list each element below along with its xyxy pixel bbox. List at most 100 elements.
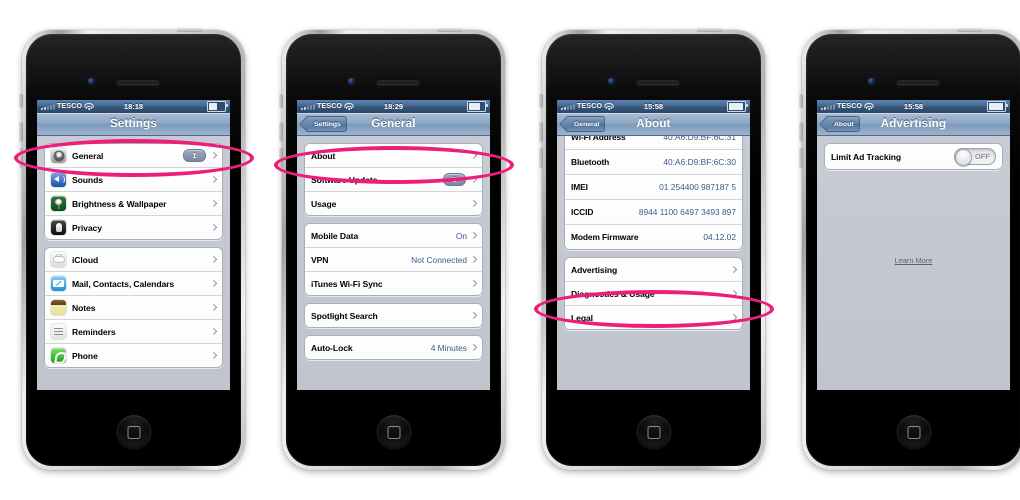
volume-down-button[interactable] — [279, 148, 283, 168]
home-button[interactable] — [116, 415, 151, 450]
chevron-right-icon — [471, 176, 476, 184]
about-group-2: Advertising Diagnostics & Usage Legal — [564, 257, 743, 330]
list-item-auto-lock[interactable]: Auto-Lock 4 Minutes — [305, 336, 482, 359]
sleep-button[interactable] — [437, 28, 463, 32]
advertising-list[interactable]: Limit Ad Tracking OFF Learn More — [817, 136, 1010, 390]
silent-switch[interactable] — [799, 94, 803, 108]
list-item-label: Auto-Lock — [311, 342, 353, 353]
home-square-icon — [387, 426, 400, 439]
general-group-3: Spotlight Search — [304, 303, 483, 328]
list-item-label: Legal — [571, 312, 593, 323]
sleep-button[interactable] — [697, 28, 723, 32]
battery-icon — [727, 101, 748, 112]
list-item-brightness[interactable]: Brightness & Wallpaper — [45, 192, 222, 216]
list-item-itunes-wifi-sync[interactable]: iTunes Wi-Fi Sync — [305, 272, 482, 295]
list-item-modem-firmware: Modem Firmware 04.12.02 — [565, 225, 742, 249]
list-item-mobile-data[interactable]: Mobile Data On — [305, 224, 482, 248]
settings-list[interactable]: General 1 Sounds Brightness & Wallpaper — [37, 136, 230, 390]
screen-settings: TESCO 18:18 Settings General 1 Sounds Br… — [37, 100, 230, 390]
volume-up-button[interactable] — [539, 122, 543, 142]
list-item-diagnostics-usage[interactable]: Diagnostics & Usage — [565, 282, 742, 306]
silent-switch[interactable] — [19, 94, 23, 108]
back-button[interactable]: General — [565, 116, 606, 132]
sleep-button[interactable] — [957, 28, 983, 32]
list-item-general[interactable]: General 1 — [45, 144, 222, 168]
silent-switch[interactable] — [279, 94, 283, 108]
volume-down-button[interactable] — [19, 148, 23, 168]
list-item-label: VPN — [311, 254, 329, 265]
earpiece-speaker — [896, 79, 940, 85]
volume-up-button[interactable] — [799, 122, 803, 142]
list-item-legal[interactable]: Legal — [565, 306, 742, 329]
phone-settings: TESCO 18:18 Settings General 1 Sounds Br… — [14, 28, 254, 470]
front-camera-icon — [348, 78, 355, 85]
list-item-spotlight-search[interactable]: Spotlight Search — [305, 304, 482, 327]
settings-group-2: iCloud Mail, Contacts, Calendars Notes R… — [44, 247, 223, 368]
limit-ad-tracking-toggle[interactable]: OFF — [954, 148, 996, 166]
chevron-right-icon — [211, 352, 216, 360]
list-item-label: Software Update — [311, 174, 378, 185]
toggle-state-label: OFF — [974, 152, 990, 161]
list-item-value: Not Connected — [411, 254, 467, 265]
list-item-advertising[interactable]: Advertising — [565, 258, 742, 282]
list-item-reminders[interactable]: Reminders — [45, 320, 222, 344]
toggle-knob — [955, 149, 972, 166]
list-item-notes[interactable]: Notes — [45, 296, 222, 320]
chevron-right-icon — [211, 200, 216, 208]
nav-bar: General About — [557, 113, 750, 136]
back-button[interactable]: About — [825, 116, 860, 132]
list-item-value: 4 Minutes — [430, 342, 467, 353]
home-button[interactable] — [896, 415, 931, 450]
chevron-right-icon — [731, 290, 736, 298]
list-item-usage[interactable]: Usage — [305, 192, 482, 215]
list-item-imei: IMEI 01 254400 987187 5 — [565, 175, 742, 200]
list-item-value: 04.12.02 — [703, 232, 736, 242]
list-item-limit-ad-tracking[interactable]: Limit Ad Tracking OFF — [825, 144, 1002, 169]
screen-about: TESCO 15:58 General About Wi-Fi Address … — [557, 100, 750, 390]
general-list[interactable]: About Software Update 1 Usage Mobile Dat… — [297, 136, 490, 390]
chevron-right-icon — [471, 152, 476, 160]
list-item-privacy[interactable]: Privacy — [45, 216, 222, 239]
chevron-right-icon — [211, 328, 216, 336]
list-item-phone[interactable]: Phone — [45, 344, 222, 367]
phone-face: TESCO 15:58 About Advertising Limit Ad T… — [806, 34, 1020, 466]
nav-bar: Settings — [37, 113, 230, 136]
phone-about: TESCO 15:58 General About Wi-Fi Address … — [534, 28, 774, 470]
volume-up-button[interactable] — [279, 122, 283, 142]
list-item-label: Spotlight Search — [311, 310, 378, 321]
list-item-label: Phone — [72, 350, 98, 361]
home-button[interactable] — [376, 415, 411, 450]
list-item-label: iTunes Wi-Fi Sync — [311, 278, 383, 289]
earpiece-speaker — [636, 79, 680, 85]
list-item-about[interactable]: About — [305, 144, 482, 168]
about-list[interactable]: Wi-Fi Address 40:A6:D9:BF:6C:31 Bluetoot… — [557, 136, 750, 390]
home-button[interactable] — [636, 415, 671, 450]
chevron-right-icon — [211, 224, 216, 232]
list-item-vpn[interactable]: VPN Not Connected — [305, 248, 482, 272]
list-item-mail[interactable]: Mail, Contacts, Calendars — [45, 272, 222, 296]
brightness-icon — [51, 196, 66, 211]
clock-label: 15:58 — [903, 102, 924, 111]
settings-group-1: General 1 Sounds Brightness & Wallpaper — [44, 143, 223, 240]
chevron-right-icon — [211, 152, 216, 160]
list-item-label: IMEI — [571, 182, 588, 192]
phone-face: TESCO 18:18 Settings General 1 Sounds Br… — [26, 34, 241, 466]
status-bar: TESCO 15:58 — [557, 100, 750, 113]
chevron-right-icon — [471, 232, 476, 240]
volume-up-button[interactable] — [19, 122, 23, 142]
list-item-iccid: ICCID 8944 1100 6497 3493 897 — [565, 200, 742, 225]
phone-general: TESCO 18:29 Settings General About Softw… — [274, 28, 514, 470]
silent-switch[interactable] — [539, 94, 543, 108]
list-item-sounds[interactable]: Sounds — [45, 168, 222, 192]
learn-more-link[interactable]: Learn More — [817, 256, 1010, 265]
home-square-icon — [647, 426, 660, 439]
home-square-icon — [127, 426, 140, 439]
list-item-software-update[interactable]: Software Update 1 — [305, 168, 482, 192]
volume-down-button[interactable] — [799, 148, 803, 168]
nav-bar: About Advertising — [817, 113, 1010, 136]
volume-down-button[interactable] — [539, 148, 543, 168]
back-button[interactable]: Settings — [305, 116, 347, 132]
clock-label: 18:18 — [123, 102, 144, 111]
list-item-icloud[interactable]: iCloud — [45, 248, 222, 272]
sleep-button[interactable] — [177, 28, 203, 32]
